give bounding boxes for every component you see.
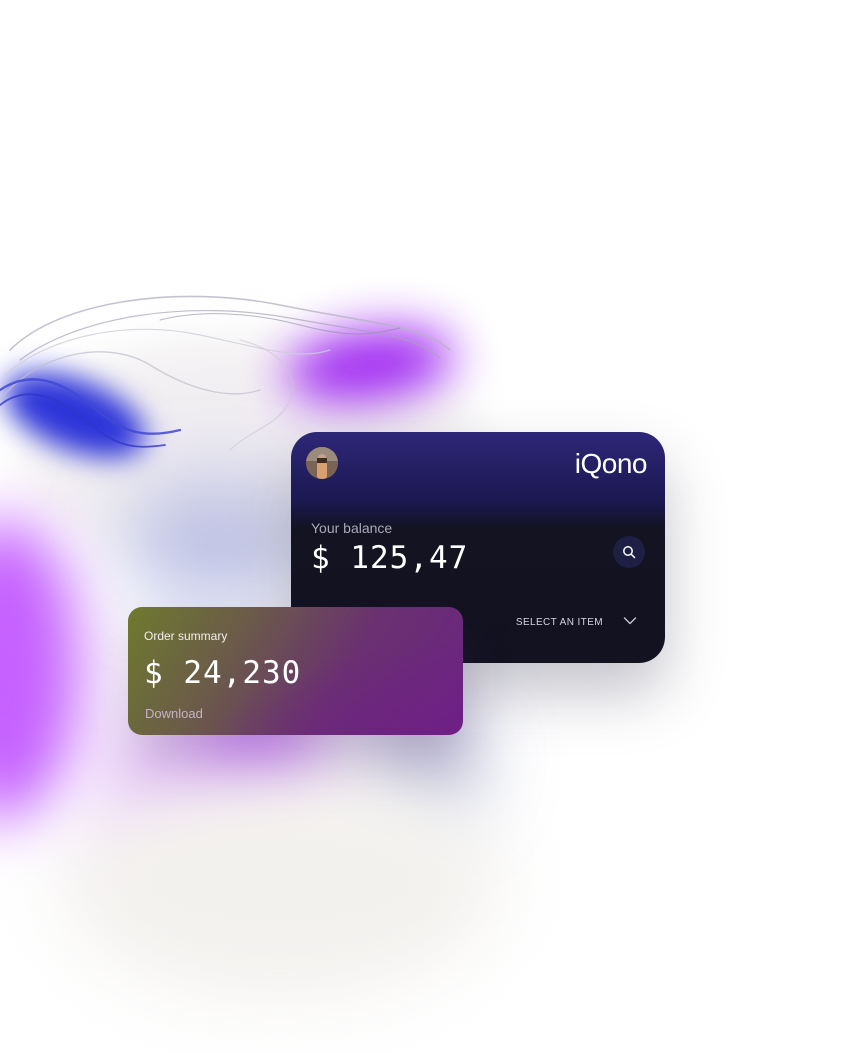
download-link[interactable]: Download — [145, 706, 203, 721]
search-icon — [623, 546, 636, 559]
brand-name: iQono — [574, 448, 648, 479]
balance-amount: $ 125,47 — [311, 540, 469, 576]
select-item-dropdown[interactable]: SELECT AN ITEM — [516, 617, 603, 628]
order-summary-card: Order summary $ 24,230 Download — [128, 607, 463, 735]
brand-logo: iQono — [574, 448, 648, 480]
order-summary-title: Order summary — [144, 629, 228, 643]
avatar[interactable] — [306, 447, 338, 479]
balance-label: Your balance — [311, 520, 393, 536]
order-amount: $ 24,230 — [144, 655, 302, 691]
chevron-down-icon[interactable] — [623, 616, 637, 626]
search-button[interactable] — [613, 536, 645, 568]
avatar-photo — [306, 447, 338, 479]
